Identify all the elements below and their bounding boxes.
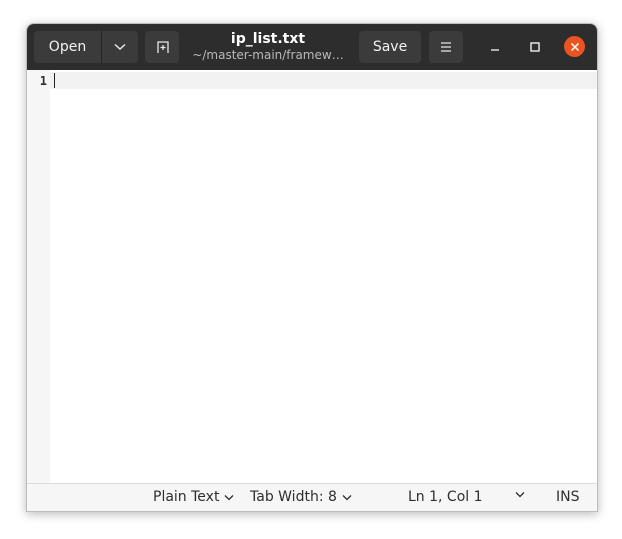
close-button[interactable] <box>564 36 585 57</box>
document-title: ip_list.txt <box>230 31 306 47</box>
header-bar: Open ip_list.txt ~/master-main/framew… S… <box>27 24 597 70</box>
chevron-down-icon <box>224 494 234 500</box>
document-path: ~/master-main/framew… <box>192 48 344 62</box>
tab-width-label: Tab Width: 8 <box>250 489 337 505</box>
position-menu-dropdown[interactable] <box>515 491 525 498</box>
open-button[interactable]: Open <box>34 31 102 63</box>
current-line-highlight <box>50 72 597 89</box>
line-number: 1 <box>39 74 47 88</box>
text-editor-area[interactable]: 1 <box>27 70 597 483</box>
insert-mode-label: INS <box>556 489 580 505</box>
open-button-group: Open <box>34 31 138 63</box>
minimize-button[interactable] <box>485 37 505 57</box>
chevron-down-icon <box>342 494 352 500</box>
editor-window: Open ip_list.txt ~/master-main/framew… S… <box>26 23 598 512</box>
maximize-button[interactable] <box>525 37 545 57</box>
new-tab-icon <box>157 41 169 53</box>
insert-mode-indicator[interactable]: INS <box>556 489 580 505</box>
language-selector[interactable]: Plain Text <box>153 489 234 505</box>
status-bar: Plain Text Tab Width: 8 Ln 1, Col 1 INS <box>27 483 597 511</box>
open-recent-dropdown-button[interactable] <box>102 31 138 63</box>
line-number-gutter: 1 <box>27 70 50 483</box>
close-icon <box>570 42 579 51</box>
text-cursor <box>54 73 55 88</box>
chevron-down-icon <box>515 492 525 498</box>
minimize-icon <box>491 49 499 51</box>
tab-width-selector[interactable]: Tab Width: 8 <box>250 489 352 505</box>
language-label: Plain Text <box>153 489 220 505</box>
chevron-down-icon <box>114 43 126 51</box>
cursor-position-label: Ln 1, Col 1 <box>408 489 483 505</box>
new-tab-button[interactable] <box>145 31 179 63</box>
maximize-icon <box>530 42 540 52</box>
title-block: ip_list.txt ~/master-main/framew… <box>187 30 349 63</box>
hamburger-menu-icon <box>441 42 451 52</box>
save-button[interactable]: Save <box>359 31 421 63</box>
cursor-position[interactable]: Ln 1, Col 1 <box>408 489 483 505</box>
main-menu-button[interactable] <box>429 31 463 63</box>
